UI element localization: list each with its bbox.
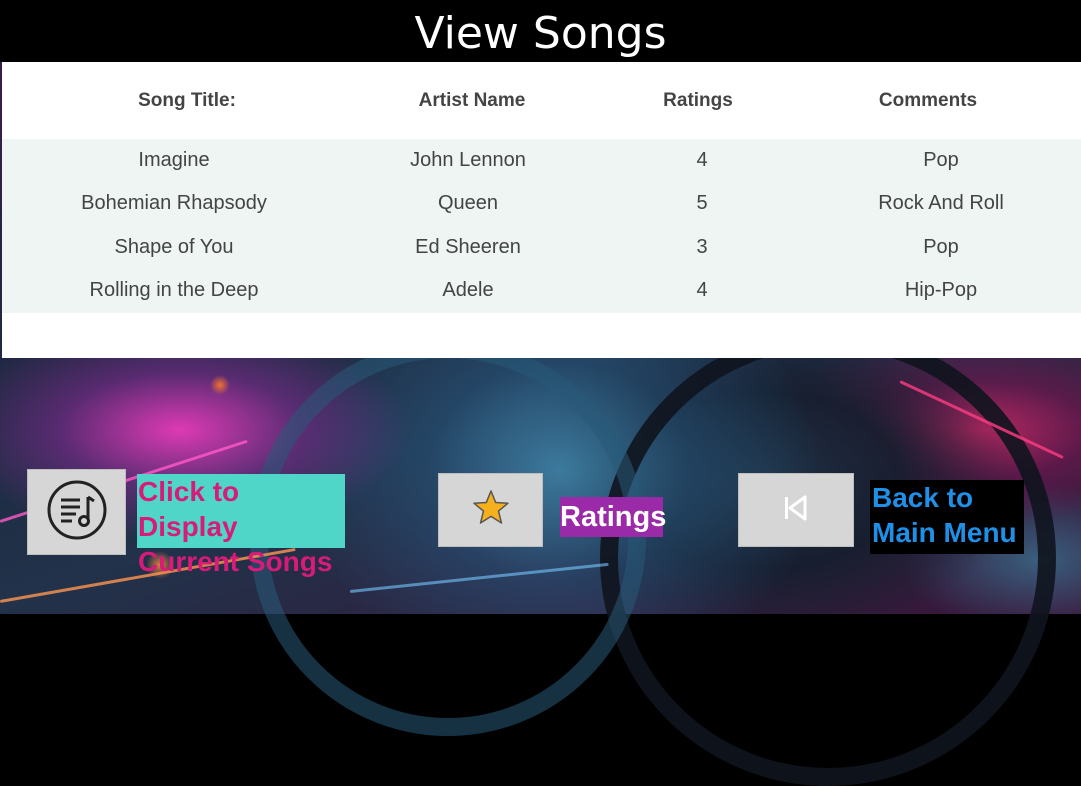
cell-comment: Pop [923, 149, 959, 171]
back-to-main-menu-label[interactable]: Back to Main Menu [870, 480, 1024, 554]
ratings-label[interactable]: Ratings [560, 497, 667, 537]
cell-song-title: Shape of You [114, 236, 234, 258]
back-label-line2: Main Menu [872, 517, 1017, 548]
cell-song-title: Rolling in the Deep [89, 279, 259, 301]
cell-song-title: Imagine [138, 149, 210, 171]
playlist-music-icon [46, 479, 108, 546]
cell-artist-name: Queen [437, 192, 499, 214]
display-songs-label-line2: Current Songs [138, 546, 333, 577]
table-row: Imagine John Lennon 4 Pop [2, 139, 1081, 182]
speaker-ring [600, 330, 1056, 786]
column-header-artist-name: Artist Name [418, 90, 526, 111]
cell-song-title: Bohemian Rhapsody [81, 192, 267, 214]
display-songs-label-line1: Click to Display [138, 476, 240, 542]
table-row: Rolling in the Deep Adele 4 Hip-Pop [2, 269, 1081, 312]
cell-artist-name: John Lennon [410, 149, 526, 171]
back-label-line1: Back to [872, 482, 974, 513]
skip-back-icon [782, 493, 810, 528]
display-songs-button[interactable] [27, 469, 126, 555]
table-row: Shape of You Ed Sheeren 3 Pop [2, 226, 1081, 269]
table-row: Bohemian Rhapsody Queen 5 Rock And Roll [2, 182, 1081, 225]
column-header-song-title: Song Title: [138, 90, 236, 111]
ratings-button[interactable] [438, 473, 543, 547]
songs-table: Song Title: Artist Name Ratings Comments… [2, 62, 1081, 358]
cell-comment: Rock And Roll [878, 192, 1004, 214]
cell-comment: Pop [923, 236, 959, 258]
page-title-bar: View Songs [0, 0, 1081, 62]
star-icon [471, 488, 511, 533]
table-header: Song Title: Artist Name Ratings Comments [2, 62, 1081, 139]
display-songs-label[interactable]: Click to Display Current Songs [137, 474, 345, 577]
cell-rating: 5 [696, 192, 708, 214]
table-body: Imagine John Lennon 4 Pop Bohemian Rhaps… [2, 139, 1081, 313]
cell-artist-name: Ed Sheeren [415, 236, 521, 258]
cell-rating: 4 [696, 279, 708, 301]
page-title: View Songs [414, 8, 667, 59]
back-to-main-menu-button[interactable] [738, 473, 854, 547]
cell-rating: 3 [696, 236, 708, 258]
cell-artist-name: Adele [442, 279, 494, 301]
cell-comment: Hip-Pop [904, 279, 978, 301]
column-header-ratings: Ratings [663, 90, 733, 111]
column-header-comments: Comments [878, 90, 978, 111]
ratings-label-text: Ratings [560, 501, 667, 533]
cell-rating: 4 [696, 149, 708, 171]
